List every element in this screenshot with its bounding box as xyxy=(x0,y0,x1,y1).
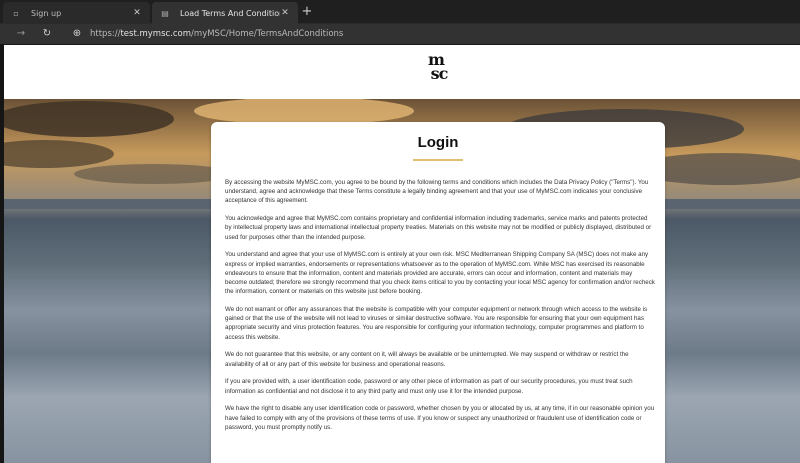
tab-terms[interactable]: ▤ Load Terms And Conditions ✕ xyxy=(152,2,298,24)
terms-paragraph: You acknowledge and agree that MyMSC.com… xyxy=(225,215,652,241)
site-info-icon[interactable]: ⊕ xyxy=(70,27,84,41)
refresh-icon[interactable]: ↻ xyxy=(40,27,54,41)
terms-text: By accessing the website MyMSC.com, you … xyxy=(225,178,655,441)
tab-title: Sign up xyxy=(31,8,62,18)
url-host: test.mymsc.com xyxy=(120,29,192,39)
msc-favicon-icon: ▤ xyxy=(161,8,169,18)
web-page: m sc Login By accessing the website MyMS… xyxy=(4,45,800,463)
terms-card: Login By accessing the website MyMSC.com… xyxy=(211,122,665,463)
page-icon: ▫ xyxy=(13,8,19,18)
url-path: /myMSC/Home/TermsAndConditions xyxy=(191,29,344,39)
tab-sign-up[interactable]: ▫ Sign up ✕ xyxy=(3,2,150,24)
terms-paragraph: We have the right to disable any user id… xyxy=(225,405,655,431)
browser-tab-bar: ▫ Sign up ✕ ▤ Load Terms And Conditions … xyxy=(0,0,800,24)
page-title: Login xyxy=(417,134,459,151)
site-header: m sc xyxy=(4,45,800,99)
browser-nav-bar: → ↻ ⊕ https://test.mymsc.com/myMSC/Home/… xyxy=(0,24,800,44)
terms-paragraph: We do not warrant or offer any assurance… xyxy=(225,306,648,341)
terms-paragraph: By accessing the website MyMSC.com, you … xyxy=(225,179,649,205)
close-icon[interactable]: ✕ xyxy=(132,8,142,18)
terms-paragraph: We do not guarantee that this website, o… xyxy=(225,351,629,368)
terms-paragraph: You understand and agree that your use o… xyxy=(225,251,655,296)
title-underline xyxy=(413,159,463,161)
address-bar[interactable]: https://test.mymsc.com/myMSC/Home/TermsA… xyxy=(90,27,343,41)
tab-title: Load Terms And Conditions xyxy=(180,8,280,18)
new-tab-button[interactable]: + xyxy=(300,3,314,21)
msc-logo[interactable]: m sc xyxy=(418,52,454,87)
terms-paragraph: If you are provided with, a user identif… xyxy=(225,378,633,395)
back-arrow-icon[interactable]: → xyxy=(14,27,28,41)
close-icon[interactable]: ✕ xyxy=(280,8,290,18)
url-scheme: https:// xyxy=(90,29,121,39)
